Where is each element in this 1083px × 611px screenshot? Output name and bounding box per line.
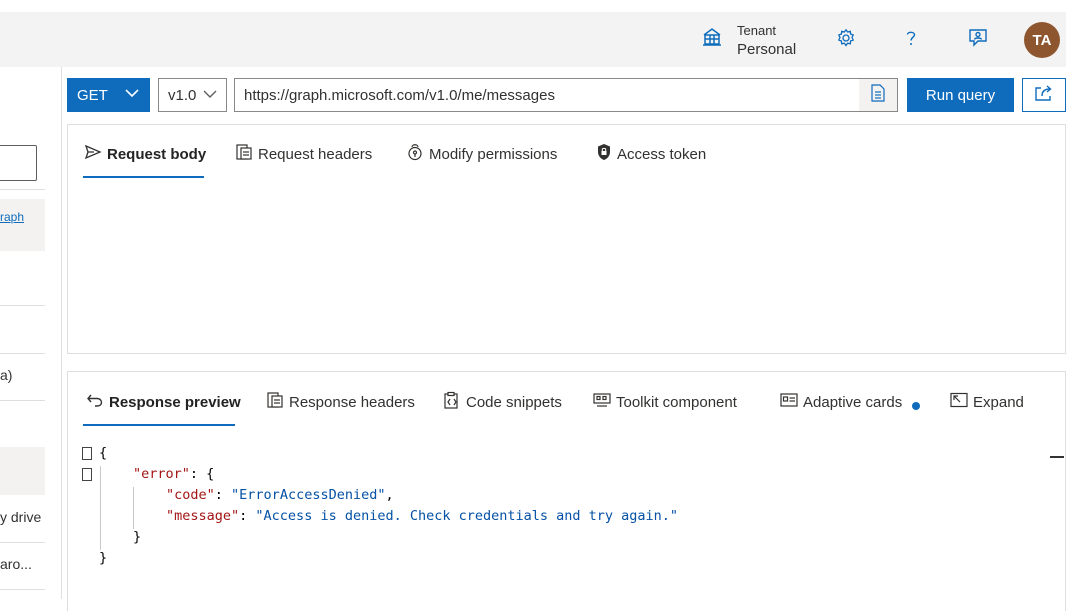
fold-toggle[interactable] <box>82 468 92 481</box>
sidebar-divider <box>0 305 45 306</box>
tab-label: Toolkit component <box>616 393 737 411</box>
settings-gear-icon[interactable] <box>835 27 857 49</box>
card-icon <box>780 392 798 412</box>
tab-request-headers[interactable]: Request headers <box>235 142 372 166</box>
http-method-value: GET <box>77 86 108 104</box>
tab-label: Response headers <box>289 393 415 411</box>
tab-label: Request headers <box>258 145 373 163</box>
json-key: "message" <box>166 508 240 524</box>
scrollbar-marker[interactable] <box>1050 456 1064 458</box>
toolkit-icon <box>593 392 611 412</box>
permissions-icon <box>406 143 424 165</box>
expand-button[interactable]: Expand <box>950 390 1024 414</box>
sidebar-item[interactable]: a) <box>0 367 12 383</box>
tab-label: Expand <box>973 393 1024 411</box>
sidebar-divider <box>0 400 45 401</box>
tab-label: Adaptive cards <box>803 393 903 411</box>
top-bar: Tenant Personal TA <box>0 12 1066 67</box>
document-icon <box>870 83 886 107</box>
tab-label: Code snippets <box>466 393 562 411</box>
json-value: "Access is denied. Check credentials and… <box>255 508 679 524</box>
json-value: "ErrorAccessDenied" <box>231 487 386 503</box>
http-method-dropdown[interactable]: GET <box>67 78 150 112</box>
sidebar-item-selected[interactable] <box>0 447 45 495</box>
sidebar-notice <box>0 199 45 251</box>
notification-dot <box>912 402 920 410</box>
request-panel: Request body Request headers Modify perm… <box>67 124 1066 354</box>
fold-toggle[interactable] <box>82 447 92 460</box>
tenant-label: Tenant <box>737 23 777 38</box>
run-query-button[interactable]: Run query <box>907 78 1014 112</box>
tenant-value[interactable]: Personal <box>737 41 796 58</box>
tab-response-preview[interactable]: Response preview <box>86 390 241 414</box>
tab-label: Response preview <box>109 393 241 411</box>
active-tab-indicator <box>83 424 235 426</box>
response-line: "code": "ErrorAccessDenied", <box>166 487 394 503</box>
sidebar-divider <box>0 542 45 543</box>
tenant-globe-icon[interactable] <box>701 26 723 48</box>
headers-icon <box>235 143 253 165</box>
response-line: "message": "Access is denied. Check cred… <box>166 508 679 524</box>
sidebar-graph-link[interactable]: raph <box>0 210 24 224</box>
tab-access-token[interactable]: Access token <box>596 142 706 166</box>
response-line: } <box>99 550 108 566</box>
sidebar: raph a) y drive aro... <box>0 67 62 599</box>
tab-response-headers[interactable]: Response headers <box>266 390 415 414</box>
chevron-down-icon <box>124 85 140 105</box>
feedback-icon[interactable] <box>967 27 989 49</box>
tab-label: Modify permissions <box>429 145 558 163</box>
share-icon <box>1034 84 1054 107</box>
response-line: { <box>99 445 108 461</box>
clipboard-code-icon <box>443 391 461 413</box>
share-query-button[interactable] <box>1022 78 1066 112</box>
sidebar-search-input[interactable] <box>0 145 37 181</box>
sidebar-item[interactable]: y drive <box>0 509 41 525</box>
version-value: v1.0 <box>168 86 197 104</box>
tab-toolkit-component[interactable]: Toolkit component <box>593 390 737 414</box>
active-tab-indicator <box>83 176 204 178</box>
tab-label: Access token <box>617 145 707 163</box>
sidebar-divider <box>0 189 45 190</box>
tab-modify-permissions[interactable]: Modify permissions <box>406 142 557 166</box>
sidebar-divider <box>0 589 45 590</box>
lock-icon <box>596 143 612 165</box>
json-key: "error" <box>133 466 190 482</box>
avatar[interactable]: TA <box>1024 22 1060 58</box>
response-line: "error": { <box>133 466 215 482</box>
expand-icon <box>950 392 968 412</box>
tab-request-body[interactable]: Request body <box>84 142 206 166</box>
chevron-down-icon <box>202 86 218 106</box>
json-key: "code" <box>166 487 215 503</box>
sidebar-item[interactable]: aro... <box>0 556 32 572</box>
version-dropdown[interactable]: v1.0 <box>158 78 227 112</box>
undo-arrow-icon <box>86 392 104 412</box>
send-icon <box>84 144 102 164</box>
tab-code-snippets[interactable]: Code snippets <box>443 390 562 414</box>
indent-guide <box>133 487 134 529</box>
query-url-input[interactable] <box>235 79 859 111</box>
tab-label: Request body <box>107 145 207 163</box>
query-docs-button[interactable] <box>859 79 897 111</box>
response-line: } <box>133 529 142 545</box>
query-url-field <box>234 78 898 112</box>
tab-adaptive-cards[interactable]: Adaptive cards <box>780 390 902 414</box>
sidebar-divider <box>0 353 45 354</box>
headers-icon <box>266 391 284 413</box>
indent-guide <box>100 466 101 550</box>
help-icon[interactable] <box>900 27 922 49</box>
